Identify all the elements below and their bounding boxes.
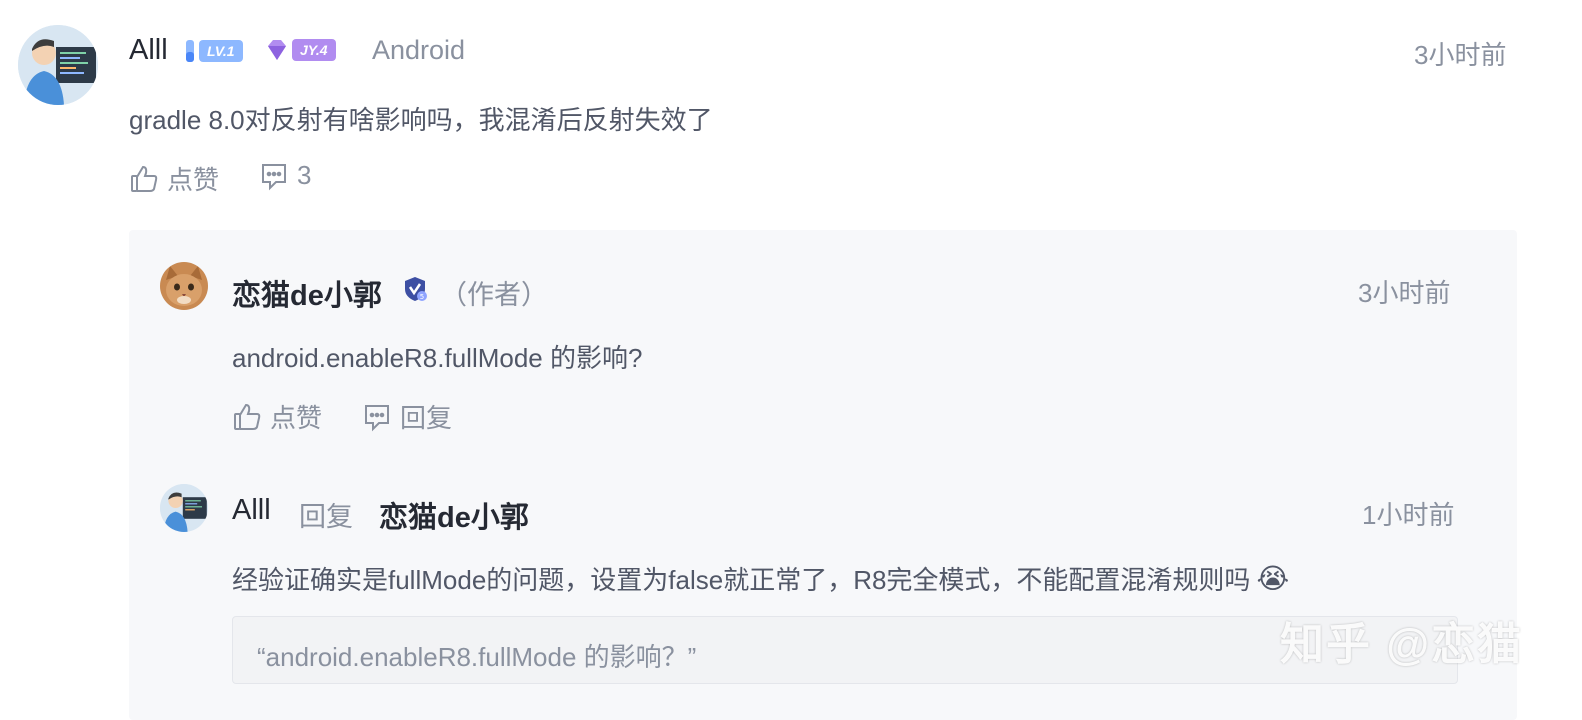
comment-count: 3 [297,160,312,190]
thumbs-up-icon [234,403,261,430]
level-badge-text: LV.1 [199,40,243,62]
avatar-alll-small[interactable] [160,484,208,532]
reply1-like-button[interactable]: 点赞 [232,398,322,435]
crying-emoji-icon: 😭 [1256,563,1290,594]
reply1-author-name[interactable]: 恋猫de小郭 [232,272,382,314]
reply1-time: 3小时前 [1358,278,1451,308]
quote-text: “android.enableR8.fullMode 的影响？” [257,642,697,672]
reply2-author-name[interactable]: Alll [232,494,271,527]
thumbs-up-icon [131,165,158,192]
cat-avatar-icon [160,262,208,310]
level-flask-icon [186,40,194,62]
reply-word: 回复 [299,502,353,532]
watermark: 知乎 @恋猫 [1280,620,1524,669]
reply1-reply-label: 回复 [400,403,453,433]
author-tag: （作者） [440,280,548,310]
comment-bubble-icon [365,404,389,431]
reply-to-name[interactable]: 恋猫de小郭 [379,494,529,536]
diamond-icon [268,40,286,60]
reply1-like-label: 点赞 [270,403,323,433]
vip-badge: 5 [401,275,429,308]
developer-avatar-icon [160,484,208,532]
quote-box: “android.enableR8.fullMode 的影响？” [232,616,1458,684]
vip-level: 5 [420,293,424,301]
level-badge: LV.1 [183,38,243,64]
developer-avatar-icon [18,25,98,105]
jy-badge: JY.4 [264,38,336,62]
reply2-time: 1小时前 [1362,500,1455,530]
jy-badge-text: JY.4 [292,39,336,61]
like-button[interactable]: 点赞 [129,160,219,197]
reply2-text: 经验证确实是fullMode的问题，设置为false就正常了，R8完全模式，不能… [232,565,1251,595]
comment-count-button[interactable]: 3 [259,160,311,191]
comment-author-name[interactable]: Alll [129,34,168,67]
like-label: 点赞 [167,165,220,195]
reply2-text-row: 经验证确实是fullMode的问题，设置为false就正常了，R8完全模式，不能… [232,560,1289,597]
comment-time: 3小时前 [1414,40,1507,70]
comment-tag: Android [372,35,466,65]
comment-bubble-icon [262,163,286,190]
reply1-text: android.enableR8.fullMode 的影响? [232,343,643,373]
comment-text: gradle 8.0对反射有啥影响吗，我混淆后反射失效了 [129,105,713,135]
avatar-author-cat[interactable] [160,262,208,310]
reply1-reply-button[interactable]: 回复 [362,398,452,435]
verified-shield-icon: 5 [405,277,427,301]
avatar-alll[interactable] [18,25,98,105]
